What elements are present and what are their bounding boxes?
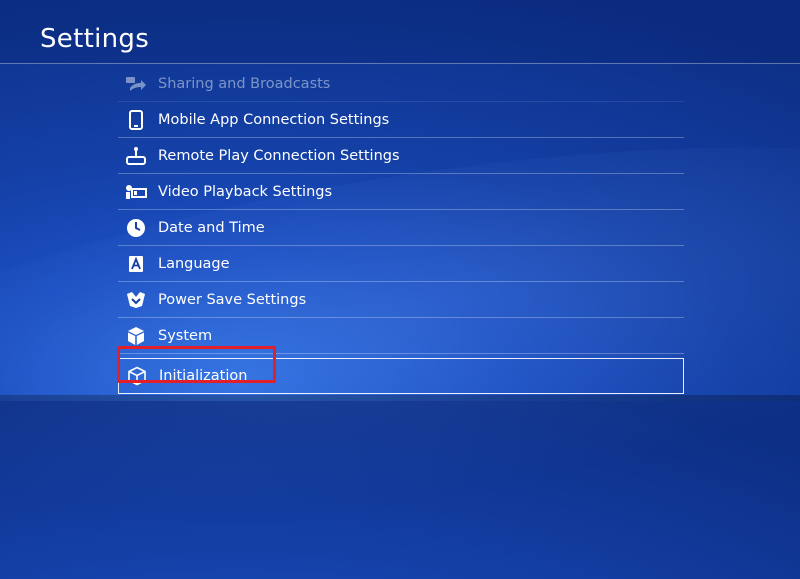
menu-item-label: Mobile App Connection Settings (158, 111, 390, 128)
annotation-highlight-box (117, 346, 276, 383)
menu-item-power-save-settings[interactable]: Power Save Settings (118, 282, 684, 318)
menu-item-date-and-time[interactable]: Date and Time (118, 210, 684, 246)
remote-play-icon (122, 142, 150, 170)
menu-item-label: Date and Time (158, 219, 265, 236)
menu-item-label: Video Playback Settings (158, 183, 333, 200)
menu-item-language[interactable]: Language (118, 246, 684, 282)
page-title: Settings (40, 24, 150, 54)
power-save-icon (122, 286, 150, 314)
share-icon (122, 70, 150, 98)
video-playback-icon (122, 178, 150, 206)
clock-icon (122, 214, 150, 242)
settings-menu: Sharing and Broadcasts Mobile App Connec… (118, 66, 684, 394)
menu-item-video-playback-settings[interactable]: Video Playback Settings (118, 174, 684, 210)
menu-item-label: Language (158, 255, 230, 272)
menu-item-remote-play-connection-settings[interactable]: Remote Play Connection Settings (118, 138, 684, 174)
bottom-strip (0, 395, 800, 401)
title-divider (0, 63, 800, 64)
phone-icon (122, 106, 150, 134)
menu-item-label: Power Save Settings (158, 291, 307, 308)
menu-item-sharing-and-broadcasts[interactable]: Sharing and Broadcasts (118, 66, 684, 102)
menu-item-label: Remote Play Connection Settings (158, 147, 400, 164)
menu-item-label: System (158, 327, 213, 344)
menu-item-label: Sharing and Broadcasts (158, 75, 331, 92)
language-icon (122, 250, 150, 278)
menu-item-mobile-app-connection-settings[interactable]: Mobile App Connection Settings (118, 102, 684, 138)
